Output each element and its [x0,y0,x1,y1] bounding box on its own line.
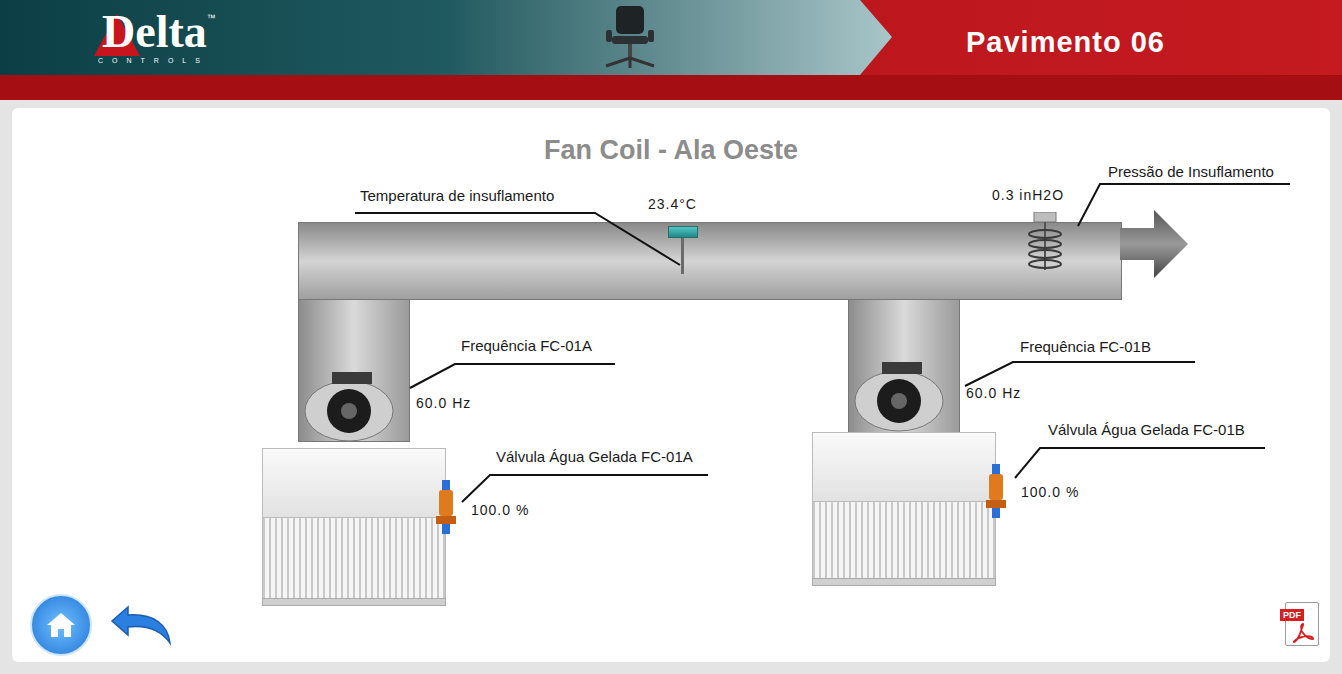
supply-pressure-value: 0.3 inH2O [992,186,1064,204]
duct-horizontal [298,222,1122,300]
temperature-probe [681,238,684,274]
pressure-sensor-icon [1022,212,1070,274]
frequency-label: Frequência FC-01B [1020,337,1151,357]
fan-coil-unit-b [812,432,996,586]
leader-lines [12,108,1330,662]
home-button[interactable] [30,594,92,656]
logo-tm: ™ [207,12,216,26]
frequency-label: Frequência FC-01A [461,336,592,356]
airflow-arrow-icon [1120,208,1190,280]
fan-coil-unit-a [262,448,446,606]
back-arrow-icon [108,603,174,647]
pdf-button[interactable]: PDF [1282,602,1322,648]
logo: Delta ™ CONTROLS [92,4,292,70]
pdf-label: PDF [1280,609,1304,621]
valve-value: 100.0 % [471,501,529,519]
header: Delta ™ CONTROLS Pavimento 06 [0,0,1342,100]
fan-fc-01b [852,362,946,434]
supply-temperature-label: Temperatura de insuflamento [360,186,554,206]
back-button[interactable] [106,602,176,648]
logo-subtitle: CONTROLS [98,56,209,65]
valve-icon [986,464,1006,518]
frequency-value: 60.0 Hz [416,394,471,412]
home-icon [46,611,76,639]
panel: Fan Coil - Ala Oeste [12,108,1330,662]
valve-value: 100.0 % [1021,483,1079,501]
page-title: Pavimento 06 [966,24,1165,60]
frequency-value: 60.0 Hz [966,384,1021,402]
temperature-sensor [668,226,698,238]
fan-fc-01a [302,372,396,444]
valve-label: Válvula Água Gelada FC-01A [496,447,693,467]
valve-icon [436,480,456,534]
supply-temperature-value: 23.4°C [648,195,697,213]
chair-icon [598,4,662,72]
panel-title: Fan Coil - Ala Oeste [12,108,1330,166]
logo-text: Delta [102,4,207,60]
acrobat-icon [1292,623,1314,643]
valve-label: Válvula Água Gelada FC-01B [1048,420,1245,440]
supply-pressure-label: Pressão de Insuflamento [1108,162,1274,182]
